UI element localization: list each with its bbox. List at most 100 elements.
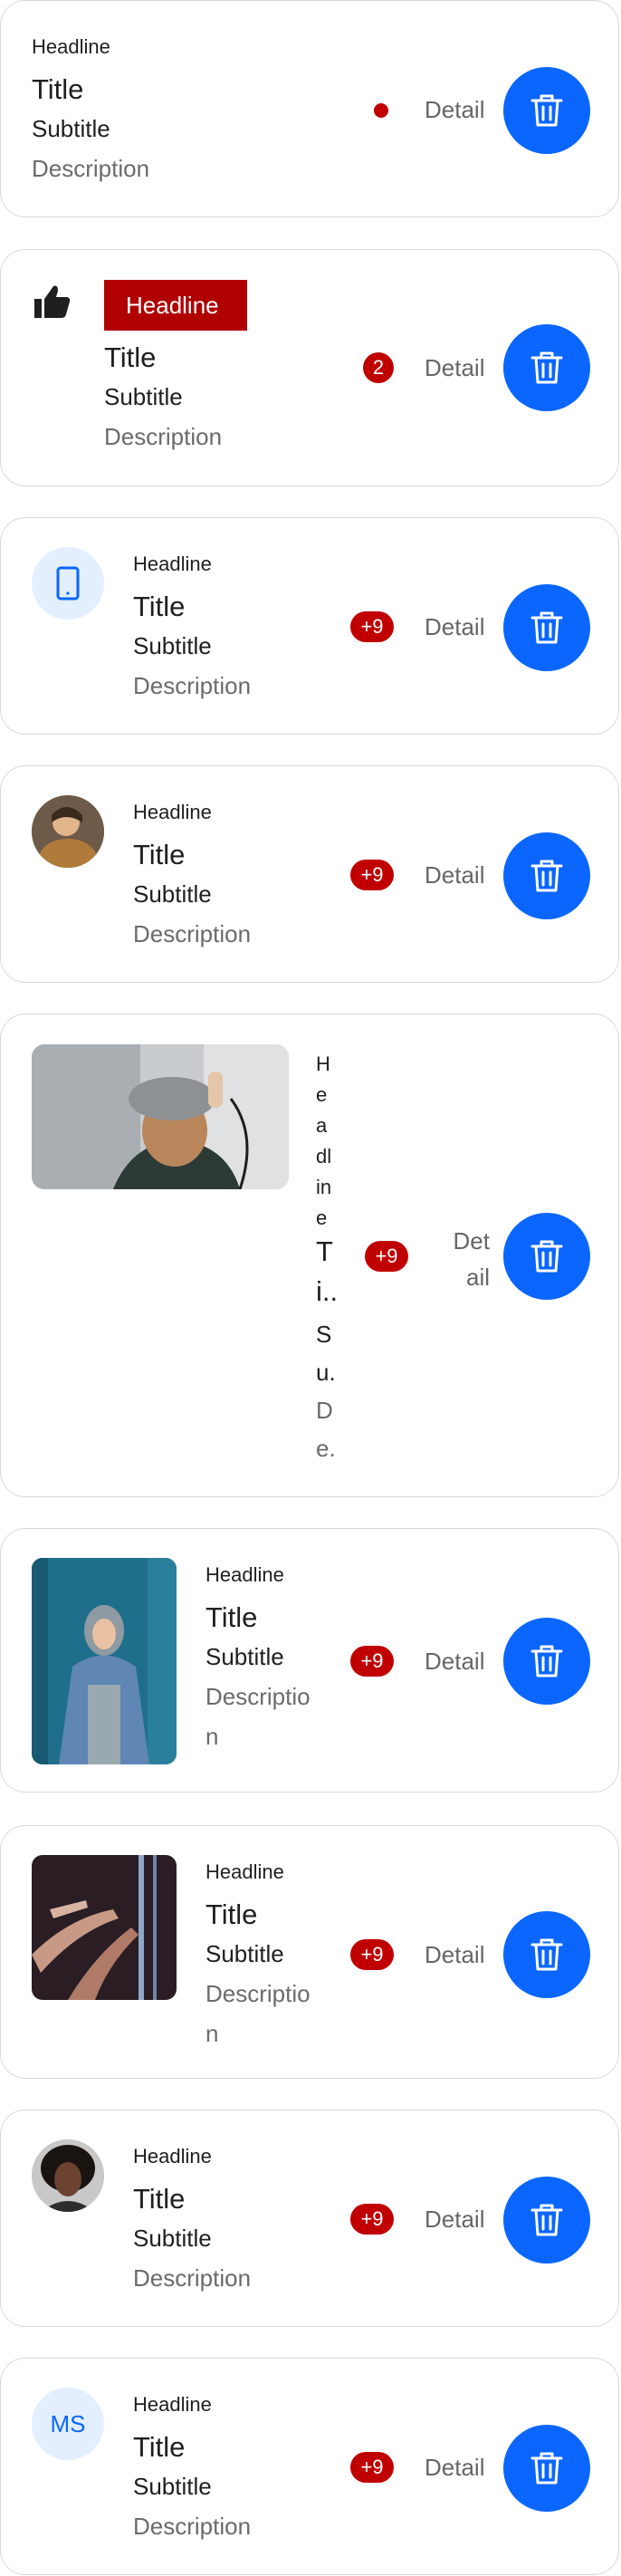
card-detail: Detail xyxy=(425,613,485,640)
list-card-6[interactable]: Headline Title Subtitle Descriptio n +9 … xyxy=(0,1528,619,1793)
initials-avatar: MS xyxy=(32,2388,104,2460)
headline-line: a xyxy=(316,1114,328,1137)
delete-button[interactable] xyxy=(503,832,590,919)
person-photo xyxy=(32,1558,177,1764)
list-card-1[interactable]: Headline Title Subtitle Description Deta… xyxy=(0,0,619,217)
card-headline: Headline xyxy=(133,553,212,575)
card-description: Descriptio n xyxy=(205,1677,310,1756)
card-detail: Detail xyxy=(425,2206,485,2233)
delete-button[interactable] xyxy=(503,1911,590,1998)
avatar-photo xyxy=(32,2139,104,2212)
delete-button[interactable] xyxy=(503,584,590,671)
card-description: Descriptio n xyxy=(205,1974,310,2053)
card-headline: Headline xyxy=(126,292,219,319)
avatar xyxy=(32,795,104,868)
card-image xyxy=(32,1855,177,2000)
delete-button[interactable] xyxy=(503,2177,590,2264)
card-title: Title xyxy=(205,1601,258,1633)
detail-line: Det xyxy=(453,1227,490,1254)
smartphone-icon xyxy=(56,566,80,601)
avatar-initials: MS xyxy=(50,2409,86,2437)
card-description: Description xyxy=(104,423,223,450)
card-subtitle: Subtitle xyxy=(133,632,212,659)
list-card-3[interactable]: Headline Title Subtitle Description +9 D… xyxy=(0,517,619,735)
trash-icon xyxy=(530,611,563,644)
description-line: Descriptio xyxy=(205,1683,310,1710)
card-title: Title xyxy=(32,73,84,105)
card-headline: Headline xyxy=(205,1860,284,1883)
card-description: Description xyxy=(133,2513,252,2540)
trash-icon xyxy=(530,2452,563,2485)
trash-icon xyxy=(530,351,563,384)
trash-icon xyxy=(530,94,563,127)
count-badge: +9 xyxy=(350,2204,394,2235)
card-detail: Detail xyxy=(425,1648,485,1675)
delete-button[interactable] xyxy=(503,1618,590,1705)
card-detail: Detail xyxy=(425,96,485,123)
description-line: Descriptio xyxy=(205,1980,310,2007)
trash-icon xyxy=(530,860,563,892)
trash-icon xyxy=(530,2204,563,2236)
avatar xyxy=(32,2139,104,2212)
list-card-8[interactable]: Headline Title Subtitle Description +9 D… xyxy=(0,2110,619,2327)
count-badge: +9 xyxy=(350,860,394,890)
card-detail: Detail xyxy=(425,1941,485,1968)
card-headline: Headline xyxy=(133,2393,212,2416)
delete-button[interactable] xyxy=(503,1213,590,1300)
card-subtitle: Subtitle xyxy=(133,2225,212,2252)
trash-icon xyxy=(530,1938,563,1971)
card-subtitle: S xyxy=(316,1321,332,1348)
count-badge: +9 xyxy=(350,2452,394,2483)
count-badge: +9 xyxy=(350,1646,394,1677)
card-subtitle: Subtitle xyxy=(205,1643,284,1670)
list-card-7[interactable]: Headline Title Subtitle Descriptio n +9 … xyxy=(0,1825,619,2079)
device-avatar xyxy=(32,547,104,620)
description-line: n xyxy=(205,2020,219,2047)
card-headline: Headline xyxy=(133,2145,212,2167)
card-subtitle: Subtitle xyxy=(104,383,183,410)
card-detail: Detail xyxy=(425,354,485,381)
card-detail: Detail xyxy=(425,861,485,889)
headline-line: e xyxy=(316,1083,328,1106)
description-line: n xyxy=(205,1723,219,1750)
list-card-9[interactable]: MS Headline Title Subtitle Description +… xyxy=(0,2358,619,2575)
card-title: Title xyxy=(205,1898,258,1930)
count-badge: +9 xyxy=(365,1241,408,1272)
card-subtitle: Subtitle xyxy=(205,1940,284,1967)
card-headline: Headline xyxy=(133,801,212,823)
card-title: T xyxy=(316,1235,333,1267)
delete-button[interactable] xyxy=(503,324,590,411)
card-subtitle: Subtitle xyxy=(133,880,212,908)
card-title: Title xyxy=(133,591,186,622)
count-badge: +9 xyxy=(350,611,394,642)
card-title-tail: i.. xyxy=(316,1275,339,1307)
vr-photo xyxy=(32,1044,289,1189)
avatar-photo xyxy=(32,795,104,868)
headline-line: e xyxy=(316,1206,328,1229)
hands-photo xyxy=(32,1855,177,2000)
card-description: Description xyxy=(133,672,252,699)
count-badge: 2 xyxy=(363,352,394,383)
headline-line: in xyxy=(316,1176,332,1198)
list-card-5[interactable]: H e a dl in e T i.. S u. D e. +9 Det ail xyxy=(0,1014,619,1497)
list-card-4[interactable]: Headline Title Subtitle Description +9 D… xyxy=(0,765,619,983)
thumb-up-icon xyxy=(34,285,71,318)
card-title: Title xyxy=(133,839,186,870)
card-headline: H e a dl in e xyxy=(316,1049,343,1234)
card-title: Title xyxy=(104,341,157,373)
card-title: Title xyxy=(133,2431,186,2463)
card-headline: Headline xyxy=(32,35,110,58)
card-subtitle: Subtitle xyxy=(32,115,110,142)
card-description: D xyxy=(316,1397,333,1424)
delete-button[interactable] xyxy=(503,2425,590,2512)
list-card-2[interactable]: Headline Title Subtitle Description 2 De… xyxy=(0,249,619,486)
detail-line: ail xyxy=(465,1264,490,1291)
card-headline: Headline xyxy=(205,1563,284,1586)
count-badge: +9 xyxy=(350,1939,394,1970)
trash-icon xyxy=(530,1645,563,1677)
card-image xyxy=(32,1044,289,1189)
card-subtitle-tail: u. xyxy=(316,1359,336,1386)
card-image xyxy=(32,1558,177,1764)
card-description: Description xyxy=(133,920,252,947)
delete-button[interactable] xyxy=(503,67,590,154)
